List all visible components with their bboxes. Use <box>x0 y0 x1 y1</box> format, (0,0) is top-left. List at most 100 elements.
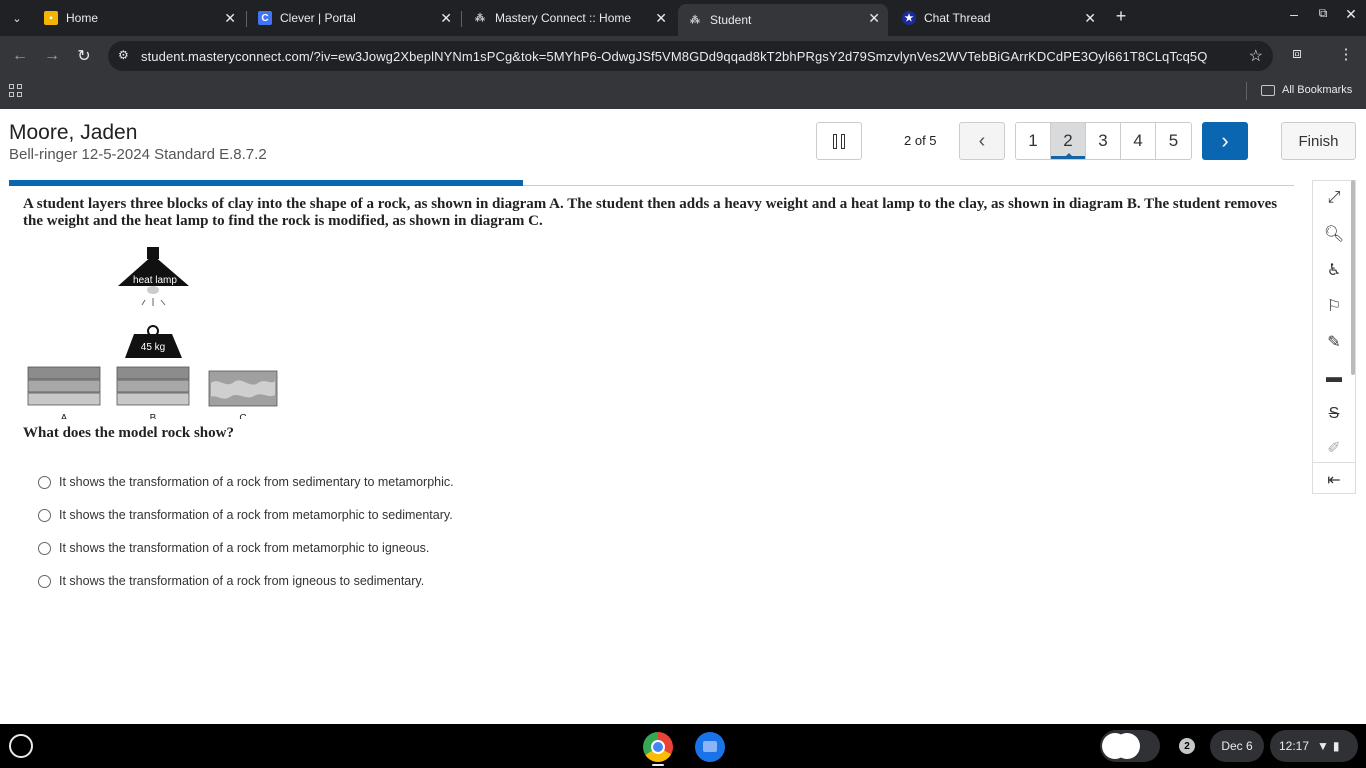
answer-choice-text[interactable]: It shows the transformation of a rock fr… <box>59 541 429 555</box>
radio-button[interactable] <box>38 541 51 555</box>
launcher-icon[interactable] <box>9 734 33 758</box>
heat-lamp-label: heat lamp <box>133 275 177 286</box>
previous-question-button[interactable]: ‹ <box>959 122 1005 160</box>
close-icon[interactable]: ✕ <box>440 10 452 27</box>
tab-strip: ⌄ ▪ Home ✕ C Clever | Portal ✕ ⁂ Mastery… <box>0 0 1366 36</box>
back-icon[interactable]: ← <box>8 44 32 68</box>
assessment-page: Moore, Jaden Bell-ringer 12-5-2024 Stand… <box>0 109 1366 724</box>
address-bar[interactable]: ⚙ student.masteryconnect.com/?iv=ew3Jowg… <box>108 41 1273 71</box>
forward-icon[interactable]: → <box>40 44 64 68</box>
close-icon[interactable]: ✕ <box>655 10 667 27</box>
tab-search-chevron-icon[interactable]: ⌄ <box>4 6 30 30</box>
question-number-button[interactable]: 3 <box>1086 123 1121 159</box>
answer-choice[interactable]: It shows the transformation of a rock fr… <box>38 571 424 591</box>
magnifier-icon[interactable]: 🔍︎ <box>1323 223 1345 245</box>
rock-model-diagram: heat lamp 45 kg A B C <box>27 247 278 419</box>
wifi-icon: ▼ <box>1317 739 1329 753</box>
system-shelf: 2 Dec 6 12:17 ▼ ▮ <box>0 724 1366 768</box>
chevron-right-icon: › <box>1221 128 1229 153</box>
status-tray[interactable]: 12:17 ▼ ▮ <box>1270 730 1358 762</box>
chevron-left-icon: ‹ <box>978 129 986 152</box>
heat-lamp-illustration: heat lamp <box>118 247 189 306</box>
notification-count[interactable]: 2 <box>1179 738 1195 754</box>
date-tray[interactable]: Dec 6 <box>1210 730 1264 762</box>
tab-chat-thread[interactable]: ★ Chat Thread ✕ <box>892 4 1104 32</box>
site-info-icon[interactable]: ⚙ <box>118 48 134 64</box>
answer-choice-text[interactable]: It shows the transformation of a rock fr… <box>59 508 453 522</box>
mastery-connect-icon: ⁂ <box>690 14 700 26</box>
reload-icon[interactable]: ↻ <box>72 44 96 68</box>
star-icon: ★ <box>902 11 916 25</box>
diagram-label-b: B <box>150 413 157 419</box>
question-number-button[interactable]: 1 <box>1016 123 1051 159</box>
flag-icon[interactable]: ⚐ <box>1323 295 1345 317</box>
tab-title: Mastery Connect :: Home <box>495 11 632 25</box>
all-bookmarks-button[interactable]: All Bookmarks <box>1261 84 1352 96</box>
next-question-button[interactable]: › <box>1202 122 1248 160</box>
highlighter-icon[interactable]: ✐ <box>1323 437 1345 459</box>
accessibility-icon[interactable]: ♿︎ <box>1323 259 1345 281</box>
radio-button[interactable] <box>38 475 51 489</box>
question-number-button-current[interactable]: 2 <box>1051 123 1086 159</box>
strikethrough-icon[interactable]: S <box>1323 403 1345 425</box>
minimize-icon[interactable]: – <box>1284 6 1304 22</box>
clay-stack-a <box>27 366 101 406</box>
progress-bar <box>9 180 1294 186</box>
new-tab-button[interactable]: + <box>1111 6 1131 27</box>
tray-holding-space[interactable] <box>1100 730 1160 762</box>
tools-scrollbar[interactable] <box>1351 180 1355 375</box>
tab-title: Chat Thread <box>924 11 991 25</box>
tab-mastery-connect-home[interactable]: ⁂ Mastery Connect :: Home ✕ <box>463 4 675 32</box>
pause-button[interactable] <box>816 122 862 160</box>
radio-button[interactable] <box>38 574 51 588</box>
close-icon[interactable]: ✕ <box>224 10 236 27</box>
diagram-label-c: C <box>239 413 246 419</box>
bookmark-star-icon[interactable]: ☆ <box>1249 46 1263 66</box>
tab-title: Student <box>710 13 752 27</box>
close-icon[interactable]: ✕ <box>1084 10 1096 27</box>
apps-grid-icon[interactable] <box>9 84 25 100</box>
question-number-button[interactable]: 4 <box>1121 123 1156 159</box>
restore-icon[interactable]: ⧉ <box>1313 6 1333 21</box>
notepad-icon[interactable]: ✎ <box>1323 331 1345 353</box>
menu-icon[interactable]: ⋮ <box>1335 45 1357 63</box>
clever-icon: C <box>258 11 272 25</box>
finish-button[interactable]: Finish <box>1281 122 1356 160</box>
url-text[interactable]: student.masteryconnect.com/?iv=ew3Jowg2X… <box>141 49 1207 64</box>
tab-home[interactable]: ▪ Home ✕ <box>34 4 244 32</box>
answer-choice[interactable]: It shows the transformation of a rock fr… <box>38 505 453 525</box>
chrome-app-icon[interactable] <box>643 732 673 762</box>
modified-rock-c <box>208 370 278 407</box>
mastery-connect-icon: ⁂ <box>475 12 485 24</box>
clay-stack-b <box>116 366 190 406</box>
weight-label: 45 kg <box>141 342 165 353</box>
answer-choice[interactable]: It shows the transformation of a rock fr… <box>38 472 454 492</box>
tools-panel: ⤢ 🔍︎ ♿︎ ⚐ ✎ ▬ S ✐ ⇤ <box>1312 180 1356 494</box>
assessment-title: Bell-ringer 12-5-2024 Standard E.8.7.2 <box>9 146 267 163</box>
weight-illustration: 45 kg <box>125 325 182 358</box>
tab-student[interactable]: ⁂ Student ✕ <box>678 4 888 36</box>
expand-icon[interactable]: ⤢ <box>1323 187 1345 209</box>
line-reader-icon[interactable]: ▬ <box>1323 367 1345 389</box>
progress-bar-fill <box>9 180 523 186</box>
tab-clever-portal[interactable]: C Clever | Portal ✕ <box>248 4 460 32</box>
answer-choice[interactable]: It shows the transformation of a rock fr… <box>38 538 429 558</box>
question-number-button[interactable]: 5 <box>1156 123 1191 159</box>
files-app-icon[interactable] <box>695 732 725 762</box>
radio-button[interactable] <box>38 508 51 522</box>
window-close-icon[interactable]: ✕ <box>1341 6 1361 23</box>
tab-title: Home <box>66 11 99 25</box>
tab-title: Clever | Portal <box>280 11 356 25</box>
collapse-panel-icon[interactable]: ⇤ <box>1323 469 1345 491</box>
question-prompt: What does the model rock show? <box>23 425 234 441</box>
answer-choice-text[interactable]: It shows the transformation of a rock fr… <box>59 574 424 588</box>
extensions-icon[interactable]: ⧈ <box>1286 45 1308 62</box>
folder-icon <box>1261 84 1275 96</box>
battery-icon: ▮ <box>1332 739 1340 753</box>
question-stem: A student layers three blocks of clay in… <box>23 196 1278 229</box>
google-classroom-icon: ▪ <box>44 11 58 25</box>
clock-time: 12:17 <box>1279 739 1310 753</box>
close-icon[interactable]: ✕ <box>868 10 880 27</box>
pause-icon <box>833 133 837 149</box>
answer-choice-text[interactable]: It shows the transformation of a rock fr… <box>59 475 454 489</box>
